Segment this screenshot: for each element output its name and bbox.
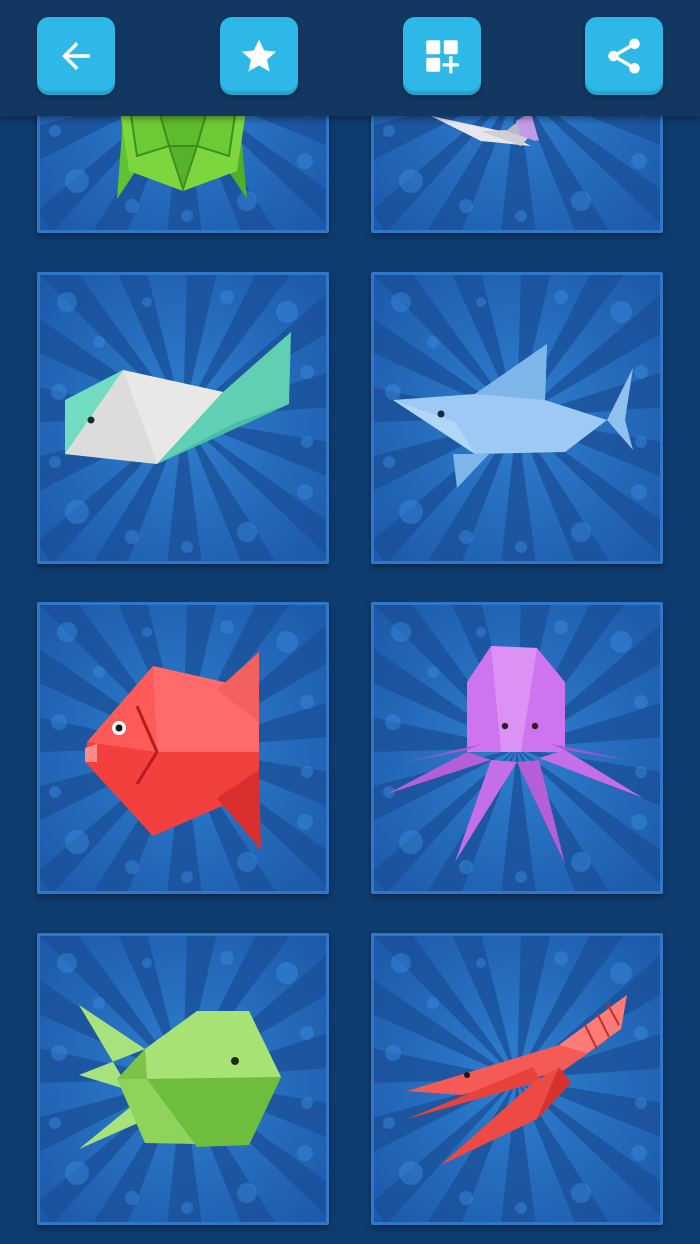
tile-sunfish[interactable] bbox=[37, 602, 329, 894]
octopus-origami-image bbox=[387, 646, 643, 864]
tile-fish[interactable] bbox=[37, 933, 329, 1225]
top-toolbar bbox=[0, 0, 700, 116]
more-apps-button[interactable] bbox=[403, 17, 481, 95]
app-screen bbox=[0, 0, 700, 1244]
tile-whale[interactable] bbox=[37, 272, 329, 564]
origami-grid bbox=[0, 0, 700, 1244]
back-button[interactable] bbox=[37, 17, 115, 95]
share-icon bbox=[608, 38, 640, 74]
sunfish-origami-image bbox=[85, 652, 261, 850]
tile-shark[interactable] bbox=[371, 272, 663, 564]
shark-origami-image bbox=[393, 344, 633, 488]
tile-shrimp[interactable] bbox=[371, 933, 663, 1225]
favorite-button[interactable] bbox=[220, 17, 298, 95]
shrimp-origami-image bbox=[407, 995, 627, 1165]
tile-octopus[interactable] bbox=[371, 602, 663, 894]
share-button[interactable] bbox=[585, 17, 663, 95]
whale-origami-image bbox=[65, 332, 291, 464]
grid-plus-icon bbox=[426, 40, 460, 74]
star-icon bbox=[241, 39, 277, 72]
arrow-left-icon bbox=[62, 42, 90, 70]
fish-origami-image bbox=[79, 1005, 281, 1149]
